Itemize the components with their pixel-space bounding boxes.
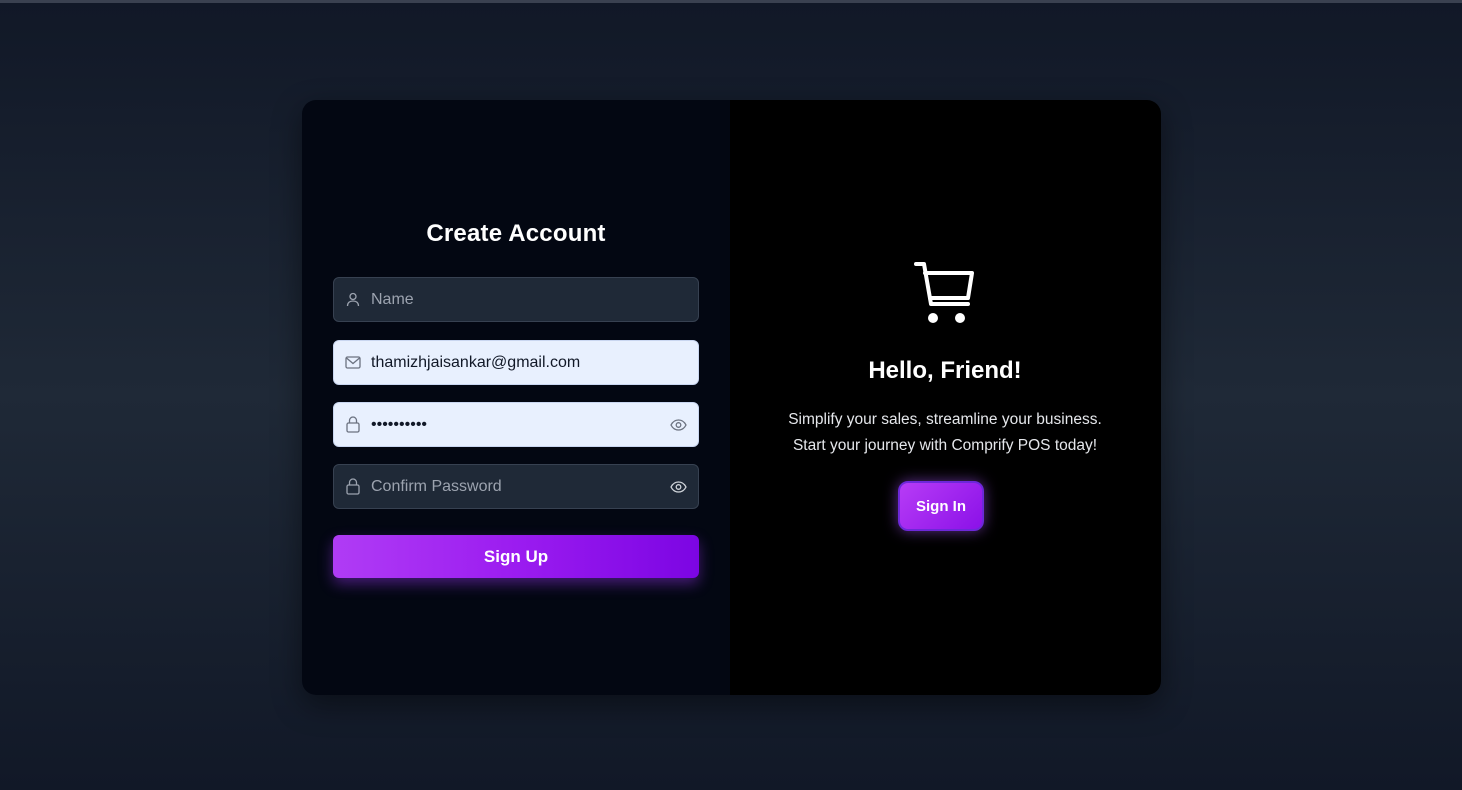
auth-card: Create Account Name thamizhjaisankar@gma… [302,100,1161,695]
mail-icon [345,355,361,371]
signup-title: Create Account [426,220,606,247]
shopping-cart-icon [914,260,976,326]
signup-button[interactable]: Sign Up [333,535,699,578]
eye-icon[interactable] [669,478,687,496]
tagline-line-1: Simplify your sales, streamline your bus… [788,411,1102,428]
welcome-heading: Hello, Friend! [868,357,1022,384]
name-input[interactable] [371,278,698,321]
confirm-password-field[interactable] [333,464,699,509]
tagline-line-2: Start your journey with Comprify POS tod… [792,437,1098,454]
lock-icon [345,416,361,433]
user-icon [345,292,361,308]
signup-panel: Create Account Name thamizhjaisankar@gma… [302,100,730,695]
confirm-password-input[interactable] [371,465,669,508]
email-input[interactable] [371,341,698,384]
eye-icon[interactable] [669,416,687,434]
email-field[interactable] [333,340,699,385]
lock-icon [345,478,361,495]
welcome-panel: Hello, Friend! Simplify your sales, stre… [730,100,1161,695]
signin-button[interactable]: Sign In [898,481,984,531]
top-strip [0,0,1462,3]
welcome-tagline: Simplify your sales, streamline your bus… [730,407,1160,459]
password-field[interactable] [333,402,699,447]
name-field[interactable] [333,277,699,322]
password-input[interactable] [371,403,669,446]
